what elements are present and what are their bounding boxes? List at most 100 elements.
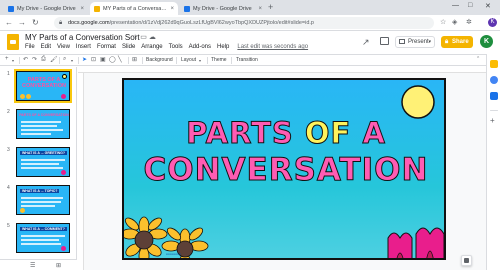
document-title[interactable]: MY Parts of a Conversation Sort (25, 33, 140, 42)
slide-thumbnail-1[interactable]: PARTS OF A CONVERSATION (14, 69, 72, 103)
menu-add-ons[interactable]: Add-ons (189, 44, 211, 50)
redo-icon[interactable]: ↷ (32, 56, 37, 63)
explore-button[interactable] (461, 255, 472, 266)
image-icon[interactable]: ▣ (100, 56, 106, 63)
side-panel: + (486, 54, 500, 270)
select-cursor-icon[interactable]: ➤ (82, 56, 87, 63)
slide-thumbnail-3[interactable]: WHAT IS A ... GREETING? (16, 147, 70, 177)
maximize-icon[interactable]: □ (468, 2, 472, 9)
shape-icon[interactable]: ◯ (109, 56, 116, 63)
menu-slide[interactable]: Slide (122, 44, 135, 50)
activity-trend-icon[interactable]: ↗ (362, 37, 370, 48)
user-avatar[interactable]: K (480, 35, 493, 48)
chevron-down-icon[interactable]: ▾ (428, 37, 431, 47)
slide-footer-credit: ▪▪▪▪▪▪▪▪▪▪▪▪▪▪ (166, 252, 181, 256)
thumbnail-text-line (21, 197, 63, 199)
minimize-icon[interactable]: — (452, 2, 459, 9)
vertical-ruler[interactable] (78, 73, 84, 270)
tab-title: My Drive - Google Drive (17, 5, 76, 12)
thumbnail-text-line (21, 125, 57, 127)
slide-canvas[interactable]: PARTS OF A CONVERSATION ▪▪▪▪▪▪▪▪▪▪▪▪▪▪ (122, 78, 446, 260)
horizontal-ruler[interactable] (78, 67, 486, 73)
transition-button[interactable]: Transition (236, 57, 258, 63)
layout-button[interactable]: Layout (181, 57, 196, 63)
print-icon[interactable]: ⎙ (41, 56, 46, 63)
thumbnail-text-line (21, 133, 51, 135)
slide-title-line-1[interactable]: PARTS OF A (124, 116, 444, 151)
calendar-icon[interactable] (490, 92, 498, 100)
menu-file[interactable]: File (25, 44, 35, 50)
theme-button[interactable]: Theme (211, 57, 227, 63)
chevron-down-icon[interactable]: ▾ (71, 58, 73, 63)
extension-icon[interactable]: ◈ (452, 18, 457, 26)
chevron-down-icon[interactable]: ▾ (12, 58, 14, 63)
thumbnail-text-line (21, 243, 61, 245)
toolbar-divider (207, 57, 208, 64)
grid-view-icon[interactable]: ⊞ (56, 262, 61, 269)
filmstrip-footer: ☰ ⊞ (0, 259, 77, 270)
window-close-icon[interactable]: ✕ (485, 2, 491, 10)
tulip-icon (61, 246, 66, 251)
menu-insert[interactable]: Insert (76, 44, 91, 50)
keep-icon[interactable] (490, 60, 498, 68)
thumbnail-title: WHAT IS A ... GREETING? (20, 151, 68, 155)
slide-title-line-2[interactable]: CONVERSATION (124, 152, 444, 189)
new-slide-icon[interactable]: + (5, 56, 9, 62)
thumbnail-title: WHAT IS A ... TOPIC? (20, 189, 60, 193)
slide-thumbnail-4[interactable]: WHAT IS A ... TOPIC? (16, 185, 70, 215)
list-view-icon[interactable]: ☰ (30, 262, 35, 269)
present-button[interactable]: Present ▾ (395, 36, 435, 48)
bookmark-star-icon[interactable]: ☆ (440, 18, 446, 26)
new-tab-button[interactable]: + (268, 2, 273, 12)
menu-format[interactable]: Format (97, 44, 116, 50)
forward-icon[interactable]: → (18, 18, 26, 27)
thumbnail-title: WHAT IS A ... COMMENT? (20, 227, 67, 231)
browser-tab-active-presentation[interactable]: MY Parts of a Conversation Sort × (90, 2, 178, 15)
extensions-puzzle-icon[interactable]: ✲ (466, 18, 472, 26)
share-button[interactable]: 🔒︎ Share (441, 36, 473, 48)
menu-view[interactable]: View (57, 44, 70, 50)
browser-tab-my-drive-2[interactable]: My Drive - Google Drive × (180, 2, 266, 15)
comments-icon[interactable] (380, 37, 389, 45)
toolbar-divider (78, 57, 79, 64)
slide-thumbnail-2[interactable]: PARTS OF A CONVERSATION (16, 109, 70, 139)
address-bar[interactable]: 🔒︎ docs.google.com/presentation/d/1zVdj2… (54, 17, 434, 29)
undo-icon[interactable]: ↶ (23, 56, 28, 63)
move-folder-icon[interactable]: ▭ (140, 34, 149, 41)
chevron-down-icon[interactable]: ▾ (199, 58, 201, 63)
reload-icon[interactable]: ↻ (32, 18, 39, 27)
slide-number: 1 (7, 71, 10, 77)
close-tab-icon[interactable]: × (258, 6, 262, 12)
browser-tab-my-drive-1[interactable]: My Drive - Google Drive × (4, 2, 88, 15)
thumbnail-text-line (21, 129, 63, 131)
zoom-icon[interactable]: ⌕ (63, 56, 66, 63)
menu-arrange[interactable]: Arrange (141, 44, 162, 50)
slide-number: 5 (7, 223, 10, 229)
menu-help[interactable]: Help (217, 44, 229, 50)
collapse-toolbar-icon[interactable]: ⌃ (476, 56, 480, 62)
paint-format-icon[interactable]: 🖌︎ (50, 56, 58, 63)
back-icon[interactable]: ← (5, 18, 13, 27)
tasks-icon[interactable] (490, 76, 498, 84)
text-box-icon[interactable]: ⊡ (91, 56, 96, 63)
menu-tools[interactable]: Tools (169, 44, 183, 50)
thumbnail-title: PARTS OF A CONVERSATION (22, 77, 66, 89)
toolbar-divider (128, 57, 129, 64)
cloud-saved-icon[interactable]: ☁ (149, 34, 158, 41)
tab-title: MY Parts of a Conversation Sort (103, 5, 168, 12)
comment-add-icon[interactable]: ⊞ (132, 56, 137, 63)
slides-logo-icon[interactable] (7, 34, 19, 50)
close-tab-icon[interactable]: × (80, 6, 84, 12)
slide-filmstrip[interactable]: 1 PARTS OF A CONVERSATION 2 PARTS OF A C… (0, 67, 77, 259)
menu-edit[interactable]: Edit (41, 44, 51, 50)
background-button[interactable]: Background (146, 57, 173, 63)
tulip-icon (387, 227, 444, 258)
title-word-a: A (362, 116, 386, 151)
last-edit-link[interactable]: Last edit was seconds ago (237, 44, 308, 50)
line-icon[interactable]: ╲ (118, 56, 122, 63)
browser-profile-avatar[interactable]: K (488, 18, 497, 27)
google-slides-icon (94, 5, 100, 12)
close-tab-icon[interactable]: × (170, 6, 174, 12)
add-on-plus-icon[interactable]: + (490, 116, 495, 125)
slide-thumbnail-5[interactable]: WHAT IS A ... COMMENT? (16, 223, 70, 253)
